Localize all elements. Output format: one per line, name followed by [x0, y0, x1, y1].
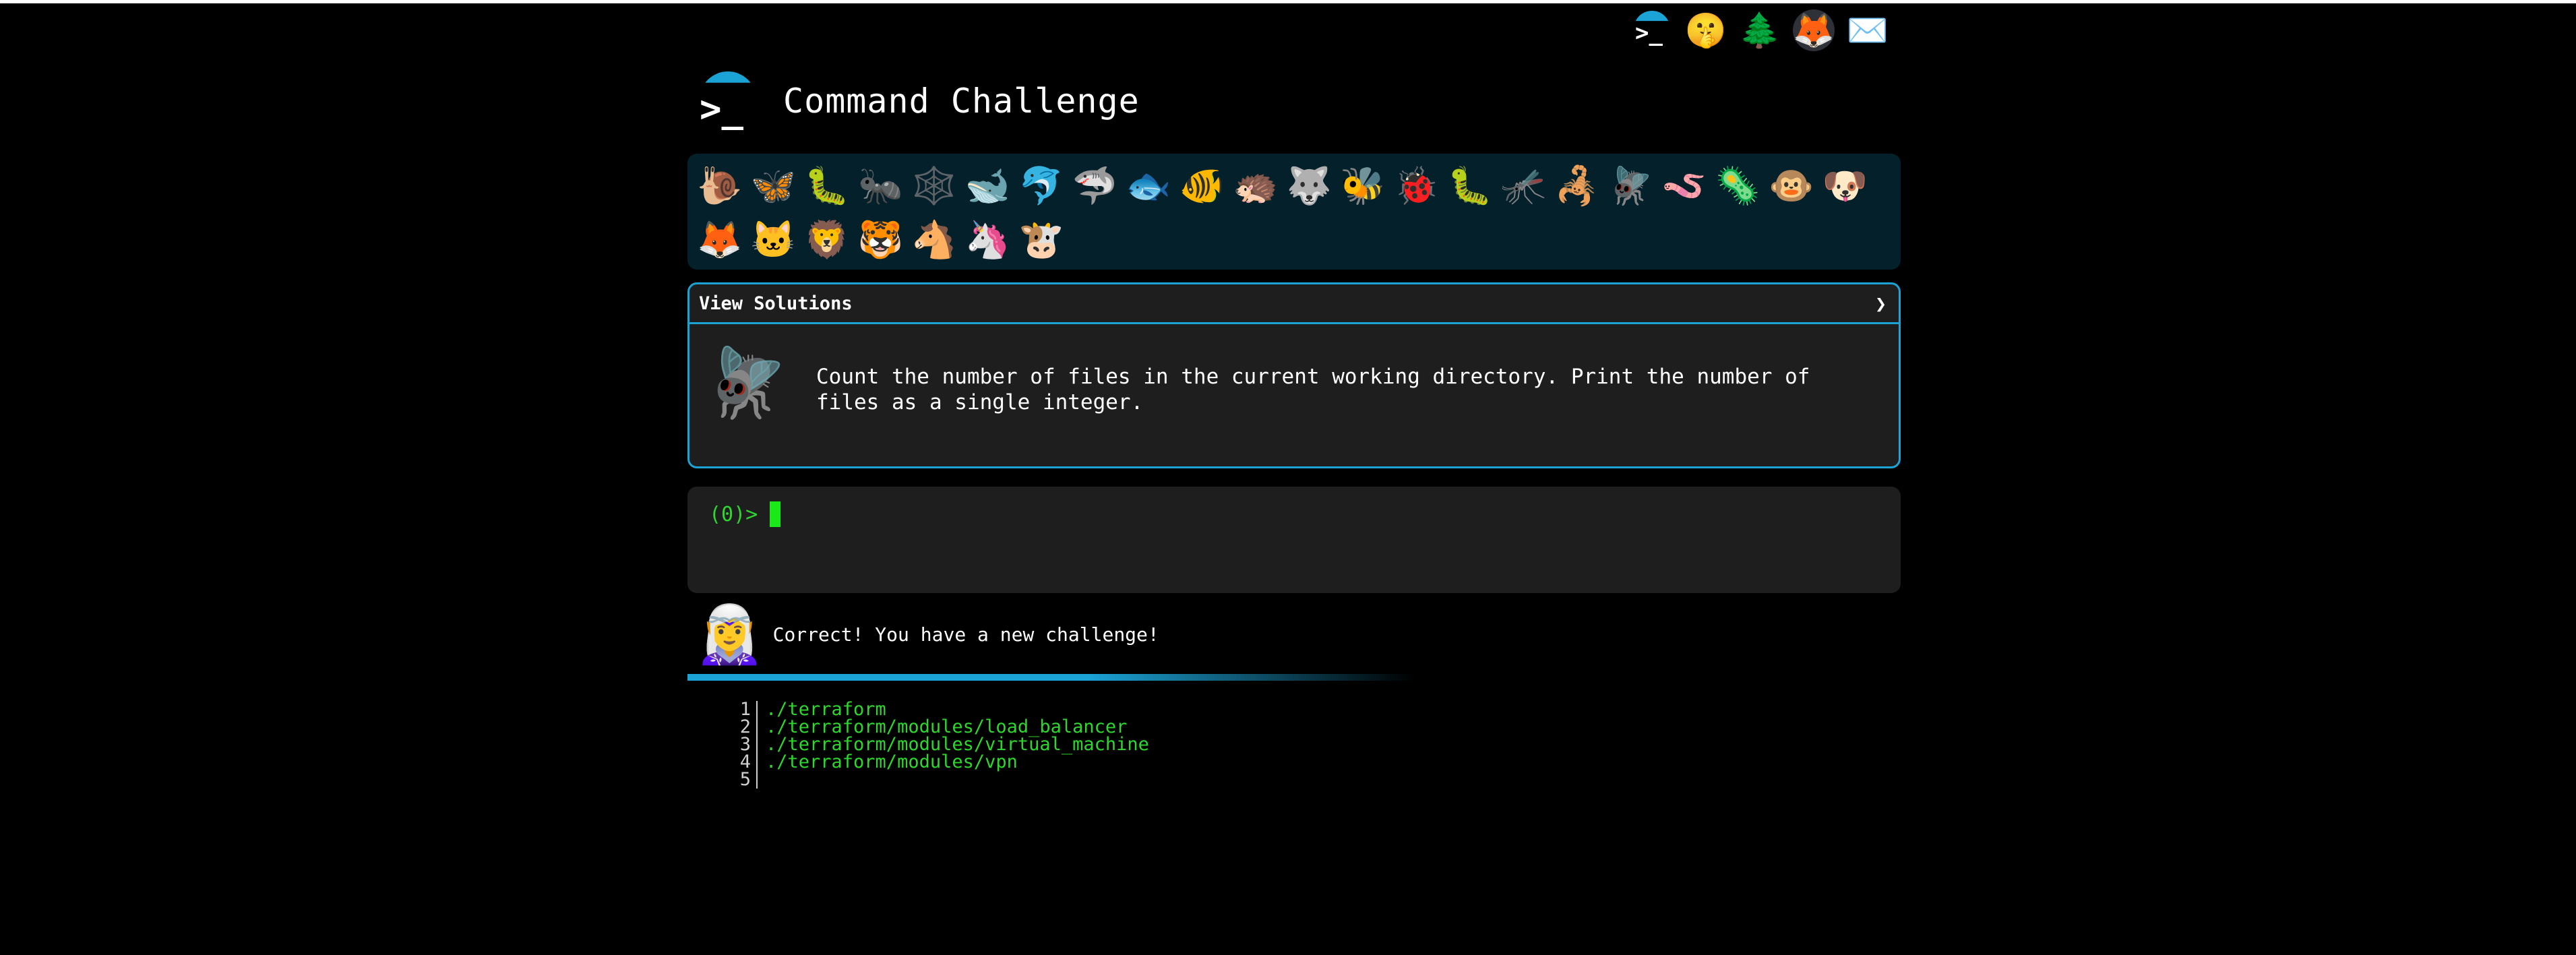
line-number: 5 — [728, 770, 758, 789]
envelope-icon[interactable]: ✉️ — [1847, 9, 1889, 51]
app-logo-icon[interactable]: >_ — [687, 67, 756, 135]
output-line: 5 — [728, 770, 1149, 789]
challenge-cat-icon[interactable]: 🐱 — [747, 213, 801, 267]
challenge-fox-icon[interactable]: 🦊 — [693, 213, 747, 267]
terminal-prompt: (0)> — [709, 502, 758, 526]
challenge-bee-icon[interactable]: 🐝 — [1336, 159, 1390, 213]
challenge-bug-icon[interactable]: 🐛 — [800, 159, 854, 213]
challenge-fish-icon[interactable]: 🐟 — [1122, 159, 1175, 213]
challenge-scorpion-icon[interactable]: 🦂 — [1550, 159, 1604, 213]
challenge-list: 🐌 🦋 🐛 🐜 🕸️ 🐋 🐬 🦈 🐟 🐠 🦔 🐺 🐝 🐞 🐛 🦟 🦂 🪰 🪱 🦠… — [687, 154, 1901, 270]
challenge-shark-icon[interactable]: 🦈 — [1068, 159, 1122, 213]
top-links: >_ 🤫 🌲 🦊 ✉️ — [1631, 7, 1889, 54]
page-title[interactable]: Command Challenge — [783, 82, 1140, 121]
view-solutions-label: View Solutions — [699, 292, 853, 314]
challenge-snail-icon[interactable]: 🐌 — [693, 159, 747, 213]
challenge-body: 🪰 Count the number of files in the curre… — [689, 324, 1899, 466]
challenge-dolphin-icon[interactable]: 🐬 — [1014, 159, 1068, 213]
challenge-wolf-icon[interactable]: 🐺 — [1283, 159, 1337, 213]
challenge-tiger-icon[interactable]: 🐯 — [854, 213, 908, 267]
challenge-hedgehog-icon[interactable]: 🦔 — [1229, 159, 1283, 213]
challenge-ant-icon[interactable]: 🐜 — [854, 159, 908, 213]
challenge-dog-icon[interactable]: 🐶 — [1818, 159, 1872, 213]
progress-bar — [687, 674, 1415, 681]
command-output: 1 ./terraform 2 ./terraform/modules/load… — [728, 700, 1149, 789]
terminal-cursor — [770, 501, 781, 527]
challenge-microbe-icon[interactable]: 🦠 — [1711, 159, 1765, 213]
commandchallenge-logo-icon[interactable]: >_ — [1631, 9, 1673, 51]
challenge-worm-icon[interactable]: 🐛 — [1443, 159, 1497, 213]
shushing-face-icon[interactable]: 🤫 — [1685, 9, 1727, 51]
challenge-whale-icon[interactable]: 🐋 — [961, 159, 1015, 213]
challenge-spider-web-icon[interactable]: 🕸️ — [907, 159, 961, 213]
terminal[interactable]: (0)> — [687, 487, 1901, 593]
page-header: >_ Command Challenge — [687, 67, 1140, 135]
challenge-panel: View Solutions ❯ 🪰 Count the number of f… — [687, 282, 1901, 468]
elf-avatar-icon: 🧝‍♀️ — [694, 601, 765, 667]
line-text — [758, 771, 766, 789]
view-solutions-toggle[interactable]: View Solutions ❯ — [689, 284, 1899, 324]
challenge-unicorn-icon[interactable]: 🦄 — [961, 213, 1015, 267]
fly-icon: 🪰 — [704, 343, 789, 422]
logo-prompt: >_ — [1635, 20, 1663, 47]
terminal-line: (0)> — [709, 501, 1879, 527]
challenge-snake-icon[interactable]: 🪱 — [1657, 159, 1711, 213]
status-message: 🧝‍♀️ Correct! You have a new challenge! — [694, 602, 1159, 667]
gitlab-icon[interactable]: 🦊 — [1793, 9, 1835, 51]
challenge-horse-icon[interactable]: 🐴 — [907, 213, 961, 267]
challenge-monkey-icon[interactable]: 🐵 — [1765, 159, 1818, 213]
challenge-lady-beetle-icon[interactable]: 🐞 — [1390, 159, 1444, 213]
chevron-right-icon: ❯ — [1875, 292, 1887, 315]
status-message-text: Correct! You have a new challenge! — [772, 623, 1159, 646]
challenge-description: Count the number of files in the current… — [816, 365, 1810, 414]
challenge-cow-icon[interactable]: 🐮 — [1014, 213, 1068, 267]
line-text: ./terraform/modules/vpn — [766, 751, 1018, 772]
challenge-mosquito-icon[interactable]: 🦟 — [1497, 159, 1551, 213]
challenge-lion-icon[interactable]: 🦁 — [800, 213, 854, 267]
output-line: 4 ./terraform/modules/vpn — [728, 753, 1149, 771]
challenge-tropical-fish-icon[interactable]: 🐠 — [1175, 159, 1229, 213]
evergreen-tree-icon[interactable]: 🌲 — [1739, 9, 1781, 51]
terminal-input[interactable] — [785, 501, 1866, 527]
logo-prompt: >_ — [700, 88, 744, 130]
challenge-butterfly-icon[interactable]: 🦋 — [747, 159, 801, 213]
challenge-fly-icon[interactable]: 🪰 — [1604, 159, 1658, 213]
top-border — [0, 0, 2576, 3]
